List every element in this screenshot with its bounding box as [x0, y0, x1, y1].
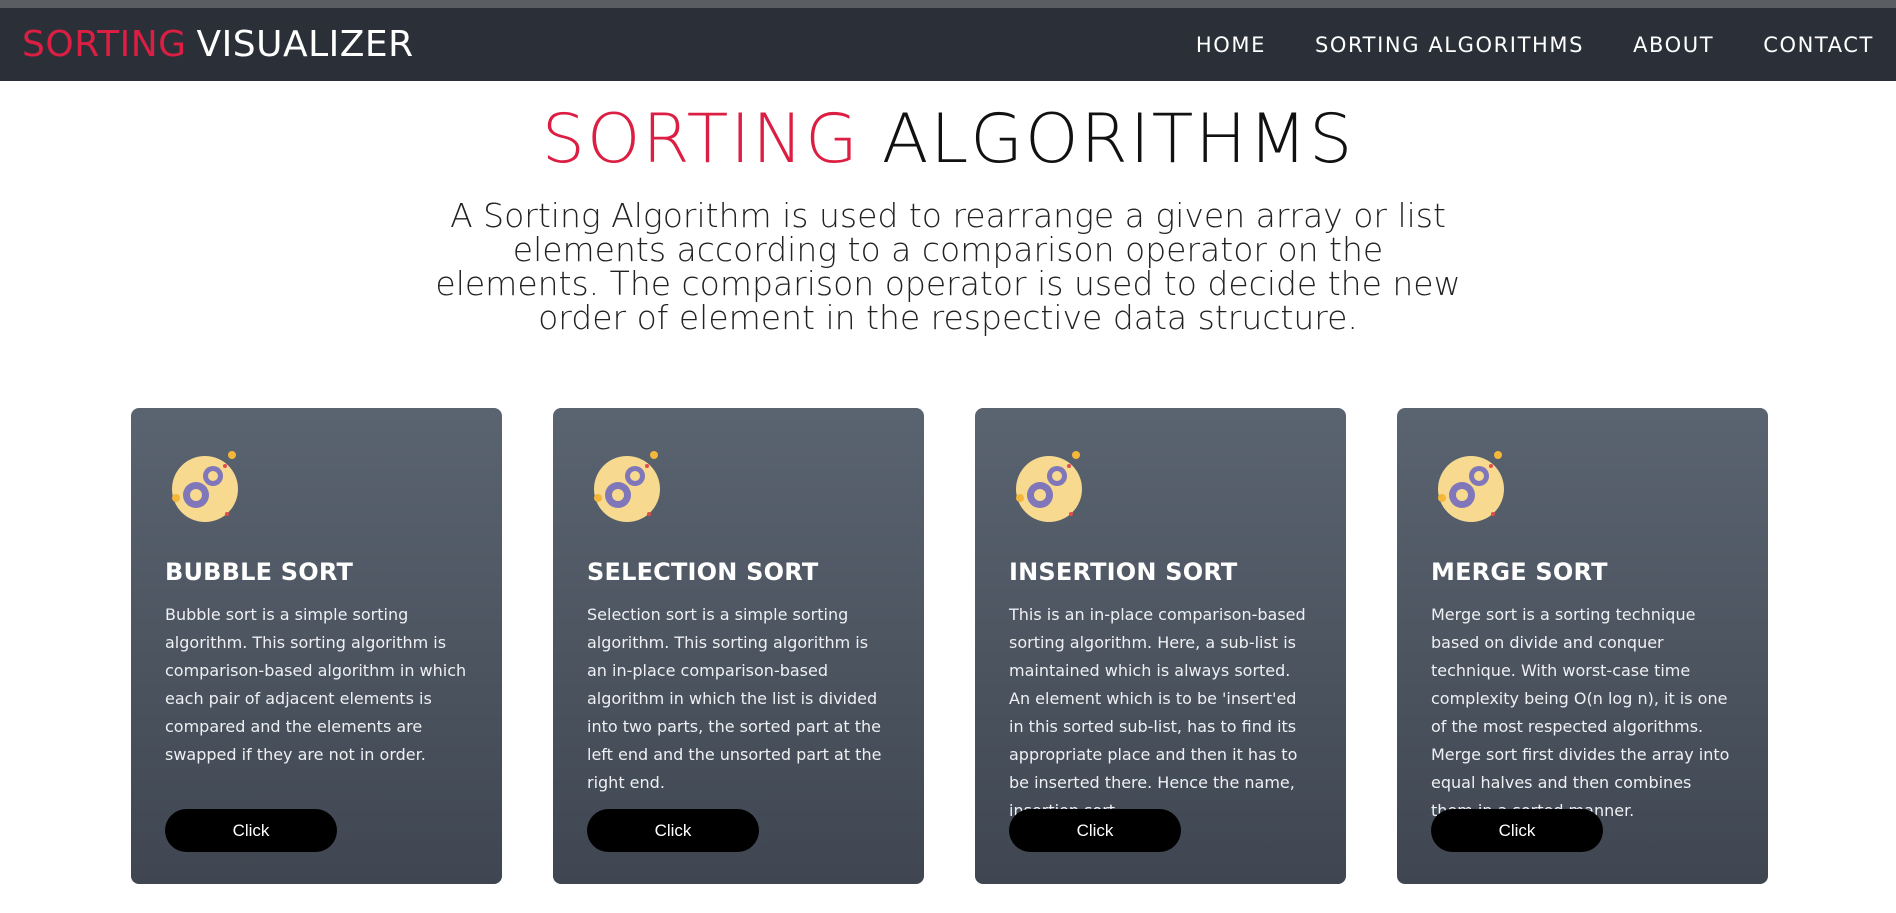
- page-description: A Sorting Algorithm is used to rearrange…: [435, 195, 1461, 337]
- page-title-sorting: SORTING: [541, 100, 860, 179]
- insertion-sort-click-button[interactable]: Click: [1009, 809, 1181, 852]
- brand-part-sorting: SORTING: [22, 24, 187, 65]
- card-description: Selection sort is a simple sorting algor…: [587, 605, 882, 792]
- card-description: Merge sort is a sorting technique based …: [1431, 605, 1730, 820]
- gears-icon: [172, 451, 238, 522]
- card-title: SELECTION SORT: [587, 558, 819, 586]
- card-bubble-sort: BUBBLE SORT Bubble sort is a simple sort…: [131, 408, 502, 884]
- card-selection-sort: SELECTION SORT Selection sort is a simpl…: [553, 408, 924, 884]
- gears-icon: [594, 451, 660, 522]
- card-title: INSERTION SORT: [1009, 558, 1238, 586]
- navbar: SORTING VISUALIZER HOME SORTING ALGORITHM…: [0, 8, 1896, 81]
- card-description: This is an in-place comparison-based sor…: [1009, 605, 1306, 820]
- card-insertion-sort: INSERTION SORT This is an in-place compa…: [975, 408, 1346, 884]
- top-border: [0, 0, 1896, 8]
- card-title: MERGE SORT: [1431, 558, 1608, 586]
- gears-icon: [1438, 451, 1504, 522]
- bubble-sort-click-button[interactable]: Click: [165, 809, 337, 852]
- page-title-algorithms: ALGORITHMS: [881, 100, 1355, 179]
- brand-part-visualizer: VISUALIZER: [196, 24, 414, 65]
- selection-sort-click-button[interactable]: Click: [587, 809, 759, 852]
- nav-link-contact[interactable]: CONTACT: [1763, 33, 1874, 57]
- merge-sort-click-button[interactable]: Click: [1431, 809, 1603, 852]
- card-description: Bubble sort is a simple sorting algorith…: [165, 605, 467, 764]
- algorithm-cards: BUBBLE SORT Bubble sort is a simple sort…: [131, 408, 1768, 884]
- card-title: BUBBLE SORT: [165, 558, 354, 586]
- nav-link-about[interactable]: ABOUT: [1633, 33, 1714, 57]
- card-merge-sort: MERGE SORT Merge sort is a sorting techn…: [1397, 408, 1768, 884]
- hero-section: SORTING ALGORITHMS A Sorting Algorithm is…: [0, 99, 1896, 335]
- page-title: SORTING ALGORITHMS: [0, 99, 1896, 181]
- nav-link-sorting-algorithms[interactable]: SORTING ALGORITHMS: [1315, 33, 1584, 57]
- nav-links: HOME SORTING ALGORITHMS ABOUT CONTACT: [1147, 33, 1874, 57]
- gears-icon: [1016, 451, 1082, 522]
- brand-logo[interactable]: SORTING VISUALIZER: [22, 24, 414, 65]
- nav-link-home[interactable]: HOME: [1196, 33, 1266, 57]
